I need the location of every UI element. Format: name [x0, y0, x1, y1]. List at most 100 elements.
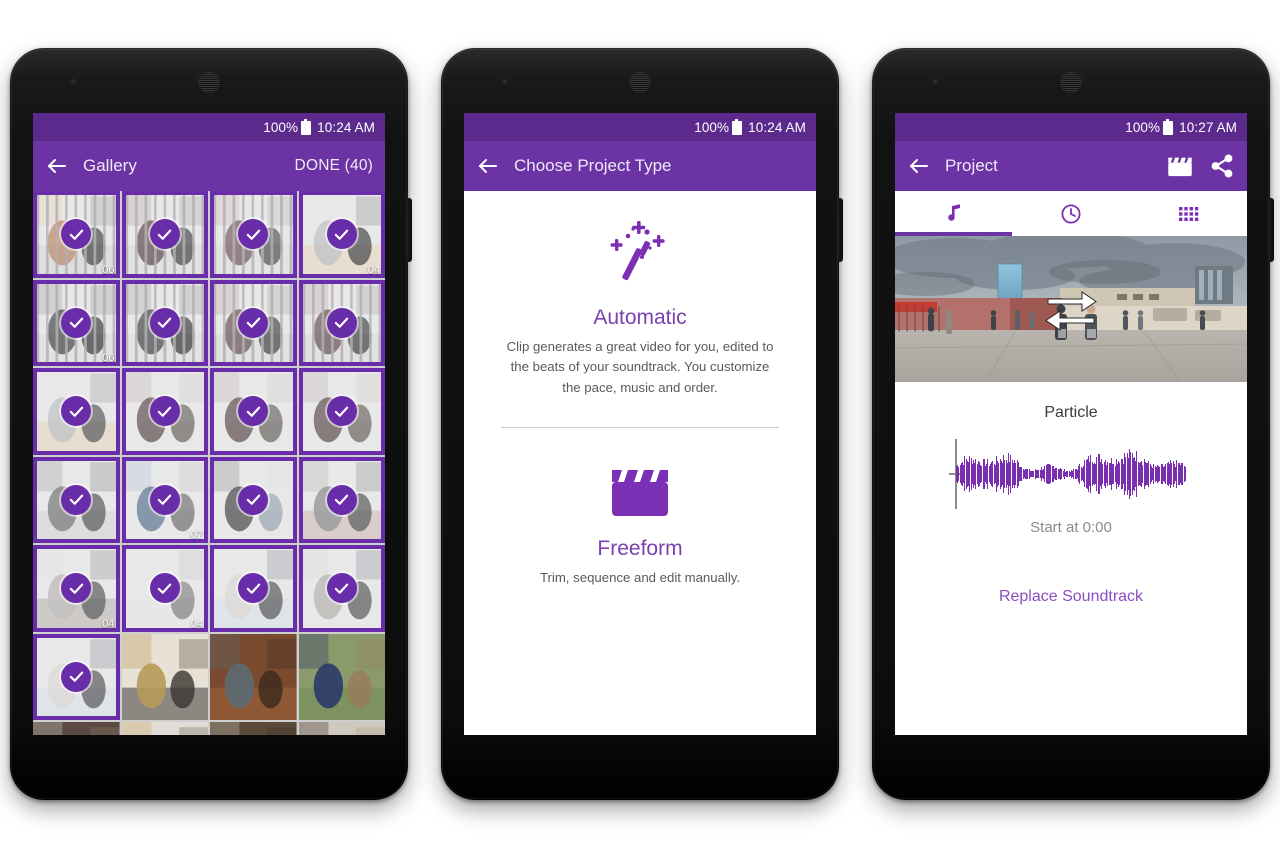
power-button[interactable] — [407, 198, 412, 262]
check-icon — [238, 307, 269, 338]
duration-label: 04 — [190, 617, 203, 630]
gallery-thumbnail[interactable]: 06 — [33, 191, 120, 278]
magic-wand-icon — [604, 217, 676, 294]
gallery-thumbnail[interactable]: 07 — [121, 456, 208, 543]
duration-label: 07 — [190, 529, 203, 541]
battery-percent: 100% — [694, 119, 730, 135]
gallery-thumbnail[interactable] — [210, 368, 297, 455]
power-button[interactable] — [1269, 198, 1274, 262]
music-note-icon — [947, 203, 960, 221]
phone-project: 100% 10:27 AM Project Particle Start at … — [872, 48, 1274, 800]
back-arrow-icon[interactable] — [907, 154, 931, 178]
gallery-thumbnail[interactable] — [298, 456, 385, 543]
battery-percent: 100% — [263, 119, 299, 135]
thumbnail-image — [210, 633, 297, 720]
front-camera-icon — [70, 78, 77, 85]
earpiece-speaker — [629, 71, 651, 93]
waveform-bars — [956, 439, 1247, 509]
share-icon[interactable] — [1209, 153, 1235, 179]
clock-icon — [1061, 203, 1081, 224]
done-button[interactable]: DONE (40) — [295, 157, 373, 175]
gallery-thumbnail[interactable] — [33, 633, 120, 720]
check-icon — [326, 484, 357, 515]
gallery-thumbnail[interactable] — [121, 279, 208, 366]
option-freeform[interactable]: Freeform Trim, sequence and edit manuall… — [464, 464, 816, 588]
gallery-thumbnail[interactable]: 04 — [121, 545, 208, 632]
status-bar: 100% 10:27 AM — [895, 113, 1247, 141]
gallery-thumbnail[interactable] — [33, 456, 120, 543]
gallery-thumbnail[interactable] — [210, 722, 297, 735]
project-tab-bar[interactable] — [895, 191, 1247, 236]
gallery-thumbnail[interactable] — [210, 633, 297, 720]
gallery-thumbnail[interactable] — [121, 722, 208, 735]
phone-project-type: 100% 10:24 AM Choose Project Type Automa… — [441, 48, 843, 800]
gallery-thumbnail[interactable] — [121, 633, 208, 720]
status-time: 10:27 AM — [1179, 119, 1237, 135]
check-icon — [326, 219, 357, 250]
gallery-thumbnail[interactable] — [298, 545, 385, 632]
power-button[interactable] — [838, 198, 843, 262]
earpiece-speaker — [198, 71, 220, 93]
gallery-grid[interactable]: 06 04 06 07 04 04 — [33, 191, 385, 735]
screenshot-canvas: 100% 10:24 AM Gallery DONE (40) 06 04 06 07… — [0, 0, 1280, 854]
status-time: 10:24 AM — [317, 119, 375, 135]
tab-grid[interactable] — [1130, 191, 1247, 236]
battery-percent: 100% — [1125, 119, 1161, 135]
gallery-thumbnail[interactable] — [298, 368, 385, 455]
tab-timeline[interactable] — [1012, 191, 1129, 236]
start-time-label: Start at 0:00 — [1030, 519, 1112, 536]
grid-icon — [1179, 206, 1199, 221]
status-bar: 100% 10:24 AM — [464, 113, 816, 141]
check-icon — [149, 307, 180, 338]
thumbnail-image — [298, 722, 385, 735]
replace-soundtrack-button[interactable]: Replace Soundtrack — [895, 588, 1247, 606]
screen-choose-project-type: 100% 10:24 AM Choose Project Type Automa… — [464, 113, 816, 735]
tab-music[interactable] — [895, 191, 1012, 236]
back-arrow-icon[interactable] — [45, 154, 69, 178]
check-icon — [149, 484, 180, 515]
gallery-thumbnail[interactable] — [33, 368, 120, 455]
screen-project: 100% 10:27 AM Project Particle Start at … — [895, 113, 1247, 735]
check-icon — [61, 573, 92, 604]
option-automatic[interactable]: Automatic Clip generates a great video f… — [464, 217, 816, 398]
check-icon — [149, 396, 180, 427]
earpiece-speaker — [1060, 71, 1082, 93]
video-preview[interactable] — [895, 236, 1247, 382]
gallery-thumbnail[interactable] — [210, 279, 297, 366]
check-icon — [238, 484, 269, 515]
back-arrow-icon[interactable] — [476, 154, 500, 178]
gallery-thumbnail[interactable] — [210, 456, 297, 543]
gallery-thumbnail[interactable] — [121, 368, 208, 455]
gallery-thumbnail[interactable] — [121, 191, 208, 278]
swap-arrows-icon[interactable] — [1042, 287, 1100, 331]
audio-waveform[interactable] — [895, 431, 1247, 517]
gallery-thumbnail[interactable] — [210, 545, 297, 632]
option-description: Trim, sequence and edit manually. — [539, 570, 741, 586]
duration-label: 06 — [102, 352, 115, 364]
gallery-thumbnail[interactable]: 04 — [33, 545, 120, 632]
check-icon — [326, 396, 357, 427]
gallery-thumbnail[interactable] — [33, 722, 120, 735]
page-title: Gallery — [83, 156, 137, 175]
check-icon — [326, 573, 357, 604]
screen-gallery: 100% 10:24 AM Gallery DONE (40) 06 04 06 07… — [33, 113, 385, 735]
gallery-thumbnail[interactable]: 04 — [298, 191, 385, 278]
clapperboard-icon[interactable] — [1167, 153, 1193, 179]
front-camera-icon — [932, 78, 939, 85]
track-name: Particle — [1044, 404, 1098, 421]
project-type-options: Automatic Clip generates a great video f… — [464, 191, 816, 735]
option-name: Freeform — [597, 537, 683, 561]
gallery-thumbnail[interactable] — [298, 722, 385, 735]
battery-icon — [732, 118, 743, 135]
check-icon — [61, 307, 92, 338]
thumbnail-image — [121, 722, 208, 735]
gallery-thumbnail[interactable] — [298, 279, 385, 366]
check-icon — [61, 484, 92, 515]
app-bar-choose-project: Choose Project Type — [464, 141, 816, 191]
gallery-thumbnail[interactable] — [298, 633, 385, 720]
thumbnail-image — [121, 633, 208, 720]
gallery-thumbnail[interactable] — [210, 191, 297, 278]
gallery-thumbnail[interactable]: 06 — [33, 279, 120, 366]
battery-icon — [301, 118, 312, 135]
app-bar-project: Project — [895, 141, 1247, 191]
